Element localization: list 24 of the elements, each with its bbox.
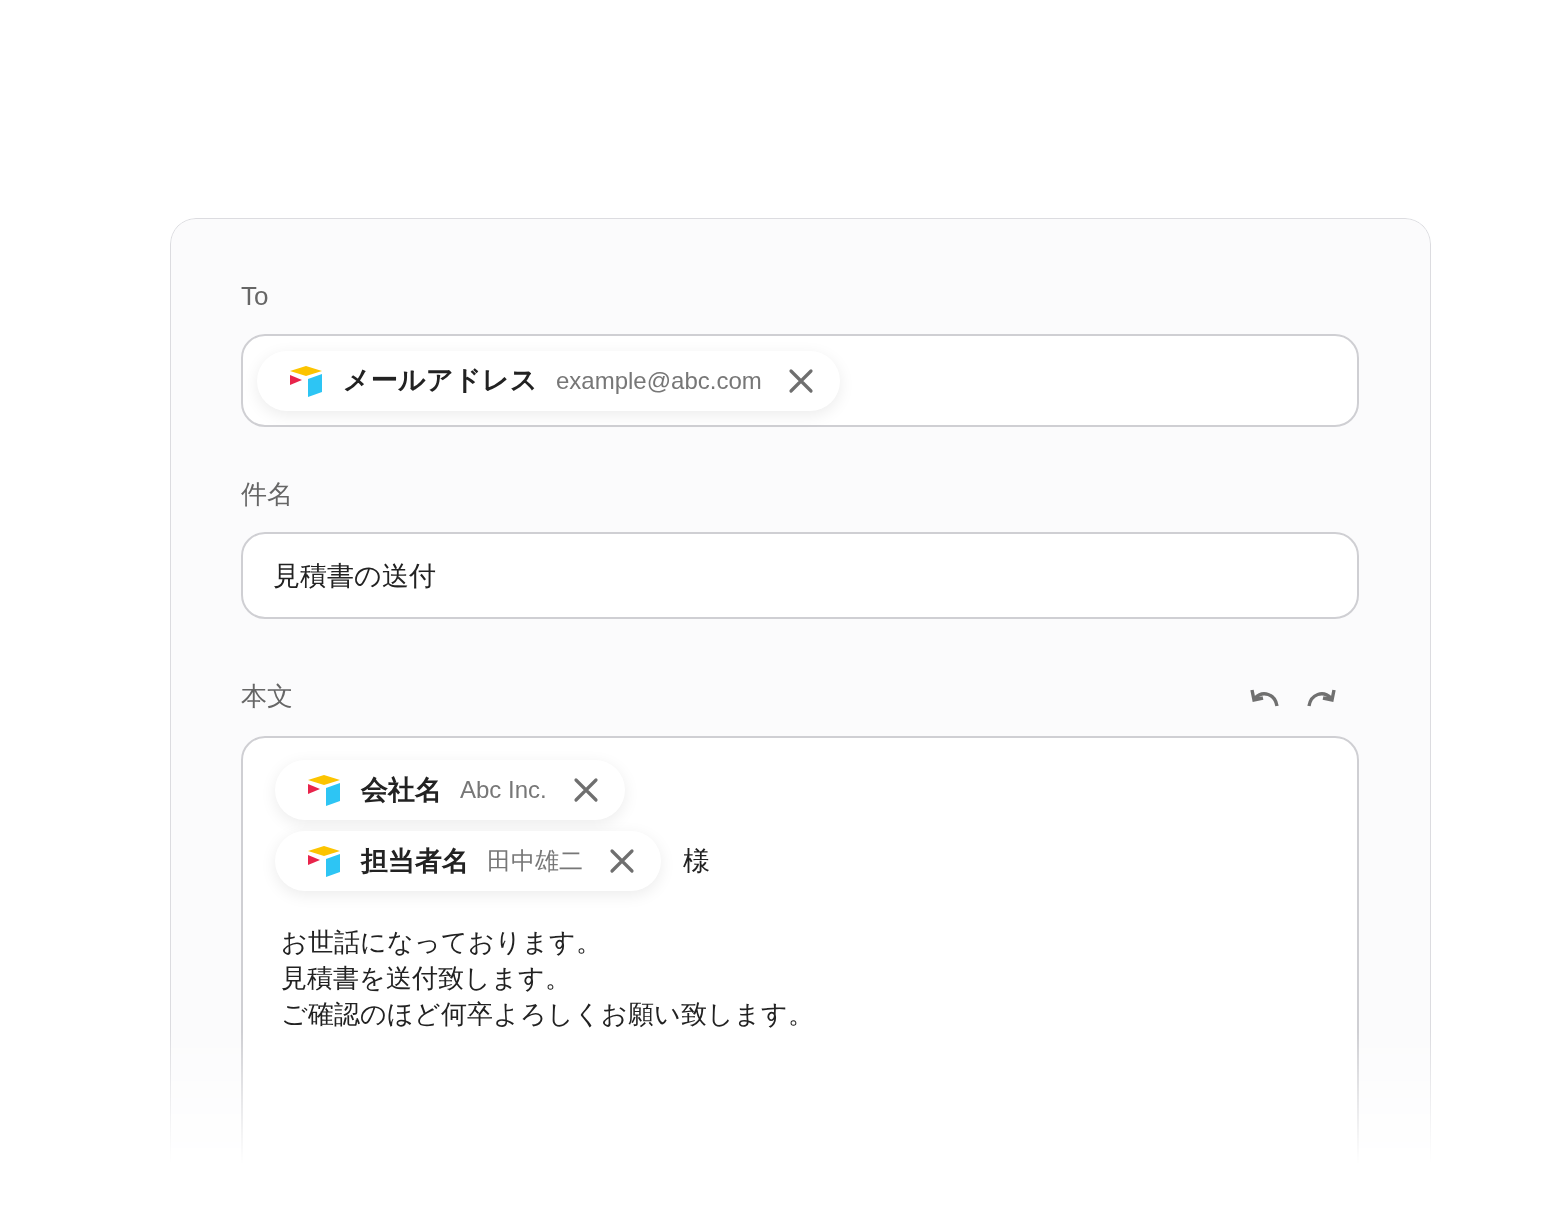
chip-value: Abc Inc. xyxy=(460,775,547,805)
recipient-field[interactable]: メールアドレス example@abc.com xyxy=(241,334,1359,427)
chip-label: メールアドレス xyxy=(343,364,538,398)
cube-logo-icon xyxy=(287,364,325,397)
body-text-line: お世話になっております。 xyxy=(281,926,603,959)
field-label: 件名 xyxy=(241,478,294,511)
field-label: 本文 xyxy=(241,680,293,713)
close-icon[interactable] xyxy=(572,777,599,803)
subject-field[interactable]: 見積書の送付 xyxy=(241,532,1359,619)
variable-chip[interactable]: 担当者名 田中雄二 xyxy=(275,831,661,891)
chip-label: 会社名 xyxy=(361,773,442,807)
chip-value: example@abc.com xyxy=(556,365,762,396)
close-icon[interactable] xyxy=(609,848,635,874)
chip-label: 担当者名 xyxy=(361,844,469,878)
close-icon[interactable] xyxy=(787,367,814,394)
variable-chip[interactable]: 会社名 Abc Inc. xyxy=(275,760,625,820)
field-label: To xyxy=(241,280,270,313)
body-text: 様 xyxy=(683,844,710,878)
body-text-line: 見積書を送付致します。 xyxy=(281,962,572,995)
cube-logo-icon xyxy=(305,774,343,806)
variable-chip[interactable]: メールアドレス example@abc.com xyxy=(257,350,840,411)
cube-logo-icon xyxy=(305,845,343,877)
body-text-line: ご確認のほど何卒よろしくお願い致します。 xyxy=(281,998,815,1031)
chip-value: 田中雄二 xyxy=(487,846,583,876)
